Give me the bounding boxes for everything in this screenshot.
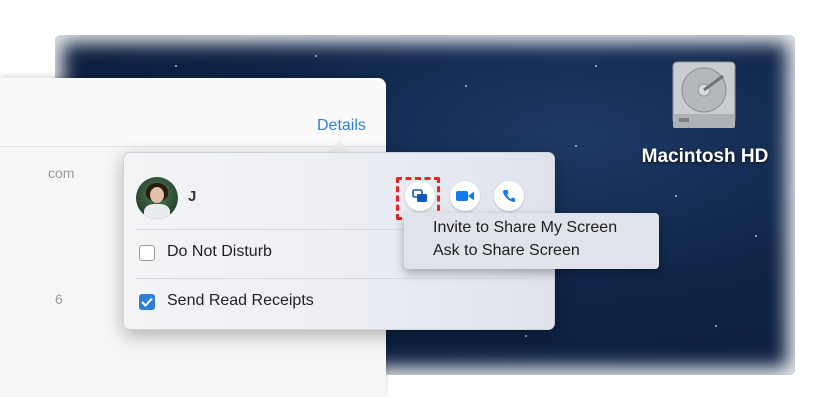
star xyxy=(755,235,757,237)
details-link[interactable]: Details xyxy=(317,117,366,135)
avatar-face xyxy=(150,187,164,203)
video-call-button[interactable] xyxy=(450,181,480,211)
phone-icon xyxy=(502,190,515,203)
divider xyxy=(136,278,526,279)
do-not-disturb-checkbox[interactable] xyxy=(139,245,155,261)
truncated-email-text: com xyxy=(48,165,75,181)
avatar-shirt xyxy=(144,204,170,219)
star xyxy=(595,65,597,67)
star xyxy=(525,335,527,337)
star xyxy=(465,85,467,87)
menu-item-ask-share[interactable]: Ask to Share Screen xyxy=(433,242,580,260)
drive-label: Macintosh HD xyxy=(641,146,769,167)
star xyxy=(675,195,677,197)
chat-window-header xyxy=(0,78,386,147)
video-camera-icon xyxy=(456,191,474,201)
do-not-disturb-label: Do Not Disturb xyxy=(167,243,272,260)
star xyxy=(715,325,717,327)
avatar xyxy=(136,177,178,219)
star xyxy=(175,65,177,67)
phone-call-button[interactable] xyxy=(494,181,524,211)
truncated-text: 6 xyxy=(55,291,63,307)
checkmark-icon xyxy=(141,297,153,307)
read-receipts-checkbox[interactable] xyxy=(139,294,155,310)
menu-item-invite-share[interactable]: Invite to Share My Screen xyxy=(433,219,617,237)
star xyxy=(575,145,577,147)
read-receipts-label: Send Read Receipts xyxy=(167,292,314,309)
contact-name: J xyxy=(188,188,197,205)
star xyxy=(315,55,317,57)
hard-drive-icon[interactable] xyxy=(665,58,743,136)
